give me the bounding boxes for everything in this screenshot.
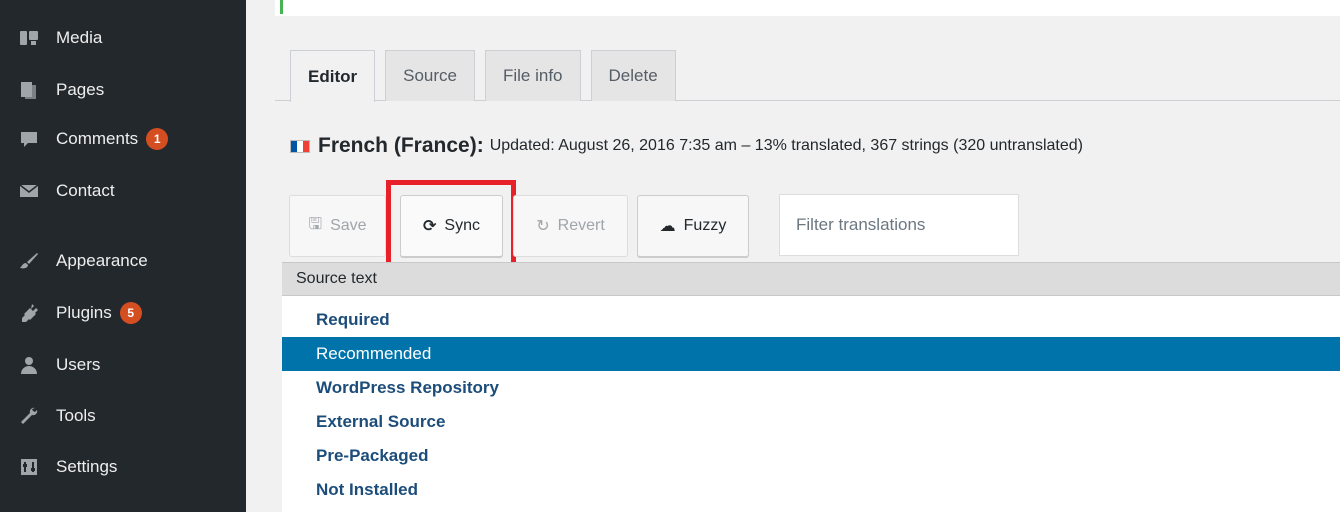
tab-editor[interactable]: Editor — [290, 50, 376, 102]
table-row[interactable]: Not Installed — [282, 473, 1340, 507]
plugins-update-badge: 5 — [119, 302, 142, 324]
language-header: French (France): Updated: August 26, 201… — [290, 130, 1083, 162]
sidebar-item-plugins[interactable]: Plugins 5 — [0, 293, 246, 333]
table-row-selected[interactable]: Recommended — [282, 337, 1340, 371]
cloud-icon: ☁ — [659, 218, 676, 235]
notice-accent — [280, 0, 283, 14]
table-row[interactable]: WordPress Repository — [282, 371, 1340, 405]
table-row[interactable]: Pre-Packaged — [282, 439, 1340, 473]
pages-icon — [16, 79, 42, 101]
sidebar-item-label: Media — [56, 28, 103, 47]
settings-icon — [16, 456, 42, 478]
sidebar-item-label: Comments — [56, 129, 139, 148]
tab-delete[interactable]: Delete — [590, 50, 676, 101]
sidebar-item-label: Plugins — [56, 303, 112, 322]
table-row[interactable]: External Source — [282, 405, 1340, 439]
sidebar-item-label: Appearance — [56, 251, 148, 270]
france-flag-icon — [290, 139, 310, 153]
wrench-icon — [16, 405, 42, 427]
sync-highlight-box — [386, 180, 516, 270]
media-icon — [16, 27, 42, 49]
save-button[interactable]: 🖫 Save — [289, 195, 386, 257]
sidebar-item-users[interactable]: Users — [0, 345, 246, 385]
translation-status: Updated: August 26, 2016 7:35 am – 13% t… — [489, 137, 1083, 154]
sidebar-item-label: Contact — [56, 181, 115, 200]
admin-sidebar: Media Pages Comments 1 Contact Appearanc… — [0, 0, 246, 512]
table-row[interactable]: Required — [282, 303, 1340, 337]
paintbrush-icon — [16, 250, 42, 272]
plugin-icon — [16, 302, 42, 324]
sidebar-item-settings[interactable]: Settings — [0, 447, 246, 487]
fuzzy-button-label: Fuzzy — [683, 217, 727, 234]
revert-button-label: Revert — [557, 217, 605, 234]
revert-button[interactable]: ↻ Revert — [513, 195, 628, 257]
revert-icon: ↻ — [536, 218, 550, 235]
comments-icon — [16, 128, 42, 150]
comments-count-badge: 1 — [146, 128, 169, 150]
sidebar-item-media[interactable]: Media — [0, 18, 246, 58]
tab-file-info[interactable]: File info — [484, 50, 581, 101]
language-name: French (France): — [318, 134, 484, 157]
sidebar-item-label: Pages — [56, 80, 105, 99]
sidebar-item-label: Users — [56, 355, 101, 374]
source-text-table: Source text Required Recommended WordPre… — [282, 262, 1340, 512]
sidebar-item-label: Tools — [56, 406, 96, 425]
save-button-label: Save — [330, 217, 367, 234]
sidebar-item-comments[interactable]: Comments 1 — [0, 119, 246, 159]
tab-source[interactable]: Source — [385, 50, 475, 101]
users-icon — [16, 354, 42, 376]
top-notice-area — [275, 0, 1340, 16]
editor-tabs: Editor Source File info Delete — [290, 50, 686, 102]
floppy-disk-icon: 🖫 — [308, 215, 323, 233]
sidebar-item-tools[interactable]: Tools — [0, 396, 246, 436]
filter-translations-input[interactable] — [779, 194, 1019, 256]
sidebar-item-contact[interactable]: Contact — [0, 171, 246, 211]
sidebar-item-appearance[interactable]: Appearance — [0, 241, 246, 281]
source-text-header: Source text — [282, 262, 1340, 296]
sidebar-item-pages[interactable]: Pages — [0, 70, 246, 110]
sidebar-item-label: Settings — [56, 457, 118, 476]
fuzzy-button[interactable]: ☁ Fuzzy — [637, 195, 749, 257]
envelope-icon — [16, 180, 42, 202]
